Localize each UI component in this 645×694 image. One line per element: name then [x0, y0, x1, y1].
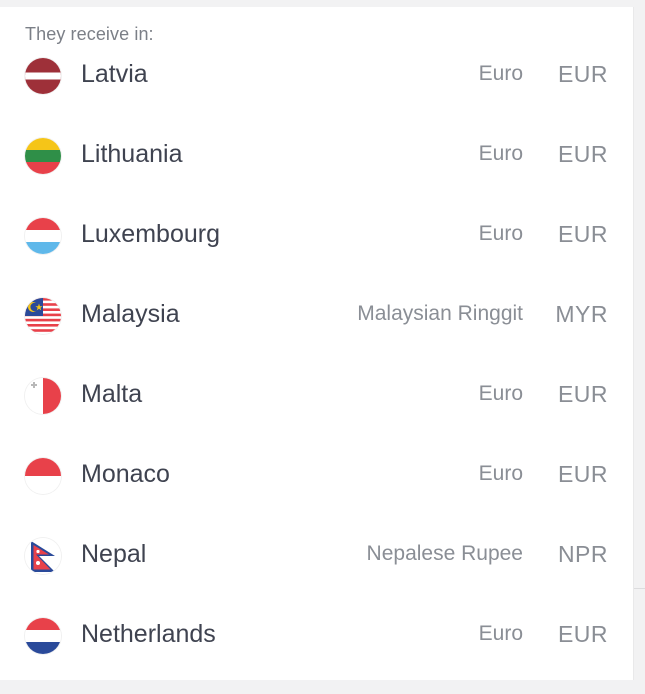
currency-code: MYR [555, 301, 608, 327]
country-row-netherlands[interactable]: Netherlands Euro EUR [0, 614, 633, 694]
currency-name: Euro [478, 462, 523, 485]
country-row-lithuania[interactable]: Lithuania Euro EUR [0, 134, 633, 214]
currency-code: EUR [557, 381, 608, 407]
country-row-luxembourg[interactable]: Luxembourg Euro EUR [0, 214, 633, 294]
currency-name: Euro [478, 142, 523, 165]
divider [634, 588, 645, 589]
country-name: Lithuania [81, 140, 183, 168]
currency-code: EUR [557, 141, 608, 167]
country-name: Malaysia [81, 300, 180, 328]
country-row-malta[interactable]: Malta Euro EUR [0, 374, 633, 454]
luxembourg-flag-icon [25, 218, 61, 254]
country-row-monaco[interactable]: Monaco Euro EUR [0, 454, 633, 534]
netherlands-flag-icon [25, 618, 61, 654]
currency-name: Euro [478, 222, 523, 245]
nepal-flag-icon [25, 538, 61, 574]
currency-code: EUR [557, 61, 608, 87]
country-row-latvia[interactable]: Latvia Euro EUR [0, 54, 633, 134]
country-name: Latvia [81, 60, 148, 88]
currency-code: NPR [557, 541, 608, 567]
country-name: Nepal [81, 540, 147, 568]
country-name: Malta [81, 380, 143, 408]
currency-code: EUR [557, 221, 608, 247]
currency-name: Euro [478, 382, 523, 405]
monaco-flag-icon [25, 458, 61, 494]
currency-name: Euro [478, 62, 523, 85]
country-name: Netherlands [81, 620, 216, 648]
latvia-flag-icon [25, 58, 61, 94]
country-row-nepal[interactable]: Nepal Nepalese Rupee NPR [0, 534, 633, 614]
country-name: Luxembourg [81, 220, 220, 248]
receive-in-label: They receive in: [25, 24, 154, 44]
country-name: Monaco [81, 460, 170, 488]
lithuania-flag-icon [25, 138, 61, 174]
country-row-malaysia[interactable]: Malaysia Malaysian Ringgit MYR [0, 294, 633, 374]
currency-name: Malaysian Ringgit [357, 302, 523, 325]
currency-name: Euro [478, 622, 523, 645]
currency-code: EUR [557, 461, 608, 487]
malta-flag-icon [25, 378, 61, 414]
currency-code: EUR [557, 621, 608, 647]
currency-list-panel: They receive in: Latvia Euro EUR Lithuan… [0, 7, 634, 680]
malaysia-flag-icon [25, 298, 61, 334]
currency-name: Nepalese Rupee [366, 542, 523, 565]
